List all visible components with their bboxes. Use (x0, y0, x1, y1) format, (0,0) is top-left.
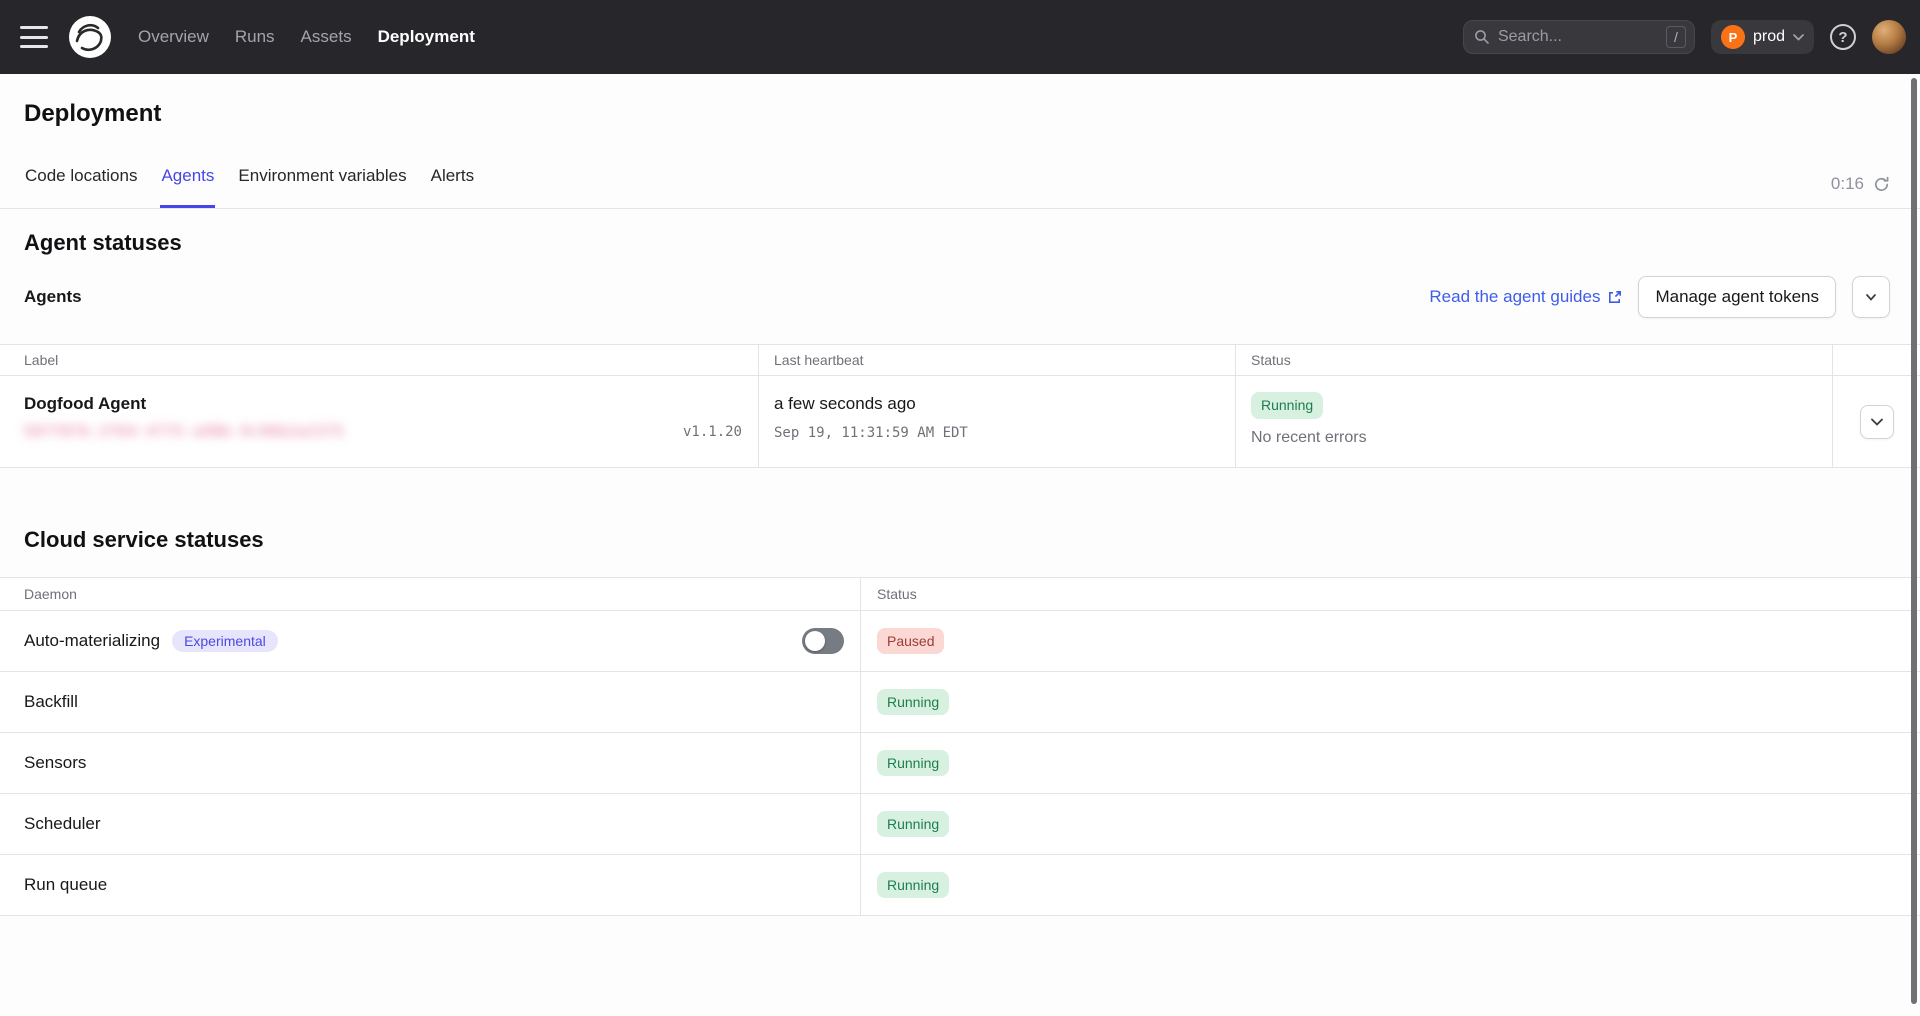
agent-row: Dogfood Agent 507f87b-2f64-47f5-a98b-9c9… (0, 375, 1920, 467)
daemon-status-badge: Running (877, 750, 949, 777)
heartbeat-timestamp: Sep 19, 11:31:59 AM EDT (774, 425, 1235, 441)
column-header-last-heartbeat: Last heartbeat (759, 345, 1236, 375)
agent-status-badge: Running (1251, 392, 1323, 419)
daemon-name: Scheduler (24, 814, 101, 834)
org-avatar: P (1721, 25, 1745, 49)
cloud-table-header: Daemon Status (0, 578, 1920, 611)
daemon-row-auto-materializing: Auto-materializing Experimental Paused (0, 611, 1920, 672)
column-header-daemon: Daemon (0, 578, 861, 610)
nav-item-runs[interactable]: Runs (235, 27, 275, 47)
help-icon[interactable]: ? (1830, 24, 1856, 50)
column-header-actions (1833, 345, 1920, 375)
agents-subheading: Agents (24, 287, 82, 307)
daemon-row-backfill: Backfill Running (0, 672, 1920, 733)
search-shortcut-hint: / (1666, 26, 1686, 48)
agents-table-header: Label Last heartbeat Status (0, 345, 1920, 375)
agent-id-redacted: 507f87b-2f64-47f5-a98b-9c90b2a2375 (24, 424, 345, 440)
tab-code-locations[interactable]: Code locations (24, 166, 138, 208)
daemon-status-badge: Running (877, 872, 949, 899)
refresh-icon[interactable] (1873, 176, 1890, 193)
cloud-service-statuses-heading: Cloud service statuses (24, 527, 1896, 553)
main-content: Deployment Code locations Agents Environ… (0, 74, 1920, 916)
agent-row-expand-button[interactable] (1860, 405, 1894, 439)
tab-environment-variables[interactable]: Environment variables (237, 166, 407, 208)
refresh-timer: 0:16 (1831, 174, 1864, 194)
nav-item-deployment[interactable]: Deployment (378, 27, 475, 47)
heartbeat-relative: a few seconds ago (774, 394, 1235, 414)
nav-item-overview[interactable]: Overview (138, 27, 209, 47)
daemon-row-run-queue: Run queue Running (0, 855, 1920, 916)
column-header-status: Status (1236, 345, 1833, 375)
agent-tokens-menu-button[interactable] (1852, 276, 1890, 318)
daemon-name: Sensors (24, 753, 86, 773)
agent-guides-link-label: Read the agent guides (1429, 287, 1600, 307)
search-box[interactable]: / (1463, 20, 1695, 54)
agent-status-note: No recent errors (1251, 429, 1832, 447)
daemon-status-badge: Paused (877, 628, 944, 655)
agents-table: Label Last heartbeat Status Dogfood Agen… (0, 344, 1920, 468)
daemon-status-badge: Running (877, 811, 949, 838)
daemon-name: Backfill (24, 692, 78, 712)
page-title: Deployment (24, 100, 1896, 128)
toggle-knob (805, 631, 825, 651)
search-icon (1474, 29, 1490, 45)
org-name: prod (1753, 28, 1785, 46)
agent-version: v1.1.20 (683, 424, 742, 440)
org-switcher[interactable]: P prod (1711, 20, 1814, 54)
agent-statuses-heading: Agent statuses (24, 230, 1896, 256)
dagster-logo-icon[interactable] (68, 15, 112, 59)
chevron-down-icon (1871, 418, 1883, 426)
agent-guides-link[interactable]: Read the agent guides (1429, 287, 1622, 307)
daemon-row-sensors: Sensors Running (0, 733, 1920, 794)
search-input[interactable] (1498, 28, 1658, 46)
nav-item-assets[interactable]: Assets (301, 27, 352, 47)
tab-bar: Code locations Agents Environment variab… (0, 166, 1920, 209)
menu-icon[interactable] (20, 26, 48, 48)
cloud-services-table: Daemon Status Auto-materializing Experim… (0, 577, 1920, 916)
scrollbar-thumb[interactable] (1911, 78, 1917, 1004)
manage-agent-tokens-button[interactable]: Manage agent tokens (1638, 276, 1836, 318)
daemon-status-badge: Running (877, 689, 949, 716)
experimental-badge: Experimental (172, 630, 278, 652)
primary-nav: Overview Runs Assets Deployment (138, 27, 475, 47)
tab-agents[interactable]: Agents (160, 166, 215, 208)
daemon-row-scheduler: Scheduler Running (0, 794, 1920, 855)
top-nav: Overview Runs Assets Deployment / P prod… (0, 0, 1920, 74)
column-header-status: Status (861, 586, 1920, 602)
caret-down-icon (1866, 294, 1876, 301)
daemon-name: Run queue (24, 875, 107, 895)
agent-name: Dogfood Agent (24, 394, 742, 414)
auto-materializing-toggle[interactable] (802, 628, 844, 654)
daemon-name: Auto-materializing (24, 631, 160, 651)
tab-alerts[interactable]: Alerts (430, 166, 475, 208)
column-header-label: Label (0, 345, 759, 375)
external-link-icon (1607, 290, 1622, 305)
user-avatar[interactable] (1872, 20, 1906, 54)
chevron-down-icon (1793, 34, 1804, 41)
